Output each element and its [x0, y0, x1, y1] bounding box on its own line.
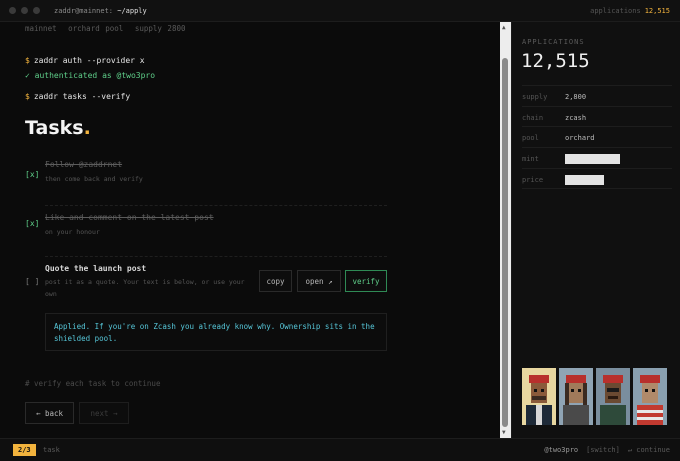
task-subtitle: then come back and verify	[45, 175, 143, 183]
task-title: Quote the launch post	[45, 264, 147, 273]
sidebar-row-supply: supply 2,800	[522, 85, 672, 106]
command-auth: $ zaddr auth --provider x	[25, 56, 145, 65]
sidebar-label: APPLICATIONS	[522, 38, 585, 46]
pixel-avatar-art	[522, 368, 556, 425]
command-auth-text: zaddr auth --provider x	[33, 56, 145, 65]
status-network: mainnet	[25, 24, 57, 33]
sidebar-row-price: price	[522, 168, 672, 189]
sidebar-row-mint: mint	[522, 147, 672, 168]
nft-avatar-1[interactable]	[522, 368, 556, 425]
continue-link[interactable]: ↵ continue	[628, 446, 670, 454]
sidebar-applications-count: 12,515	[521, 50, 590, 72]
network-status-line: mainnet orchard pool supply 2800	[25, 24, 192, 33]
row-key: pool	[522, 134, 539, 142]
task-follow: [x] Follow @zaddrnet then come back and …	[25, 160, 387, 208]
nft-avatar-4[interactable]	[633, 368, 667, 425]
scrollbar-thumb[interactable]	[502, 58, 508, 427]
row-value: zcash	[565, 114, 587, 122]
nft-avatar-3[interactable]	[596, 368, 630, 425]
row-key: supply	[522, 93, 548, 101]
pixel-avatar-art	[559, 368, 593, 425]
footer-section-label: task	[43, 446, 60, 454]
scroll-up-icon[interactable]: ▲	[502, 24, 506, 31]
scroll-down-icon[interactable]: ▼	[502, 429, 506, 436]
window-title: zaddr@mainnet: ~/apply	[54, 7, 147, 15]
task-checkbox[interactable]: [x]	[25, 219, 39, 228]
quote-text-box[interactable]: Applied. If you're on Zcash you already …	[45, 313, 387, 351]
task-title: Like and comment on the latest post	[45, 213, 214, 222]
verify-button[interactable]: verify	[345, 270, 387, 292]
maximize-window-dot[interactable]	[33, 7, 40, 14]
task-checkbox[interactable]: [x]	[25, 170, 39, 179]
scrollbar[interactable]: ▲ ▼	[500, 22, 511, 438]
task-divider	[45, 205, 387, 206]
task-like-comment: [x] Like and comment on the latest post …	[25, 213, 387, 261]
pixel-avatar-art	[633, 368, 667, 425]
title-path: ~/apply	[117, 6, 147, 15]
row-key: price	[522, 176, 544, 184]
prompt-symbol: $	[25, 56, 30, 65]
open-post-button[interactable]: open ↗	[297, 270, 341, 292]
prompt-symbol: $	[25, 92, 30, 101]
applications-counter: applications 12,515	[590, 7, 670, 15]
applications-count: 12,515	[644, 7, 670, 15]
nft-avatar-2[interactable]	[559, 368, 593, 425]
command-tasks: $ zaddr tasks --verify	[25, 92, 130, 101]
back-button[interactable]: ← back	[25, 402, 74, 424]
pixel-avatar-art	[596, 368, 630, 425]
command-tasks-text: zaddr tasks --verify	[33, 92, 131, 101]
applications-label: applications	[590, 7, 641, 15]
terminal-main: mainnet orchard pool supply 2800 $ zaddr …	[0, 22, 500, 438]
user-handle: @two3pro	[544, 446, 579, 454]
page-title-text: Tasks	[25, 117, 84, 139]
footer-actions: @two3pro [switch] ↵ continue	[544, 446, 670, 454]
footer-bar: 2/3 task @two3pro [switch] ↵ continue	[0, 438, 680, 461]
task-title: Follow @zaddrnet	[45, 160, 123, 169]
sidebar-row-chain: chain zcash	[522, 106, 672, 127]
auth-result: ✓ authenticated as @two3pro	[25, 71, 156, 80]
task-subtitle: post it as a quote. Your text is below, …	[45, 278, 245, 298]
row-value: orchard	[565, 134, 595, 142]
stats-sidebar: APPLICATIONS 12,515 supply 2,800 chain z…	[511, 22, 680, 438]
title-host: zaddr@mainnet:	[54, 6, 114, 15]
next-button[interactable]: next →	[79, 402, 129, 424]
status-supply: supply 2800	[134, 24, 186, 33]
task-checkbox[interactable]: [ ]	[25, 277, 39, 286]
progress-badge: 2/3	[13, 444, 36, 456]
row-value: 2,800	[565, 93, 587, 101]
switch-account-link[interactable]: [switch]	[586, 446, 620, 454]
copy-button[interactable]: copy	[259, 270, 292, 292]
row-key: chain	[522, 114, 544, 122]
task-subtitle: on your honour	[45, 228, 100, 236]
window-titlebar: zaddr@mainnet: ~/apply applications 12,51…	[0, 0, 680, 22]
redacted-value	[565, 175, 604, 185]
window-controls	[9, 7, 40, 14]
page-title-accent: .	[83, 117, 91, 139]
row-key: mint	[522, 155, 539, 163]
page-title: Tasks.	[25, 117, 91, 139]
sidebar-row-pool: pool orchard	[522, 126, 672, 147]
minimize-window-dot[interactable]	[21, 7, 28, 14]
redacted-value	[565, 154, 620, 164]
close-window-dot[interactable]	[9, 7, 16, 14]
status-pool: orchard pool	[68, 24, 124, 33]
verify-hint: # verify each task to continue	[25, 379, 161, 388]
task-divider	[45, 256, 387, 257]
